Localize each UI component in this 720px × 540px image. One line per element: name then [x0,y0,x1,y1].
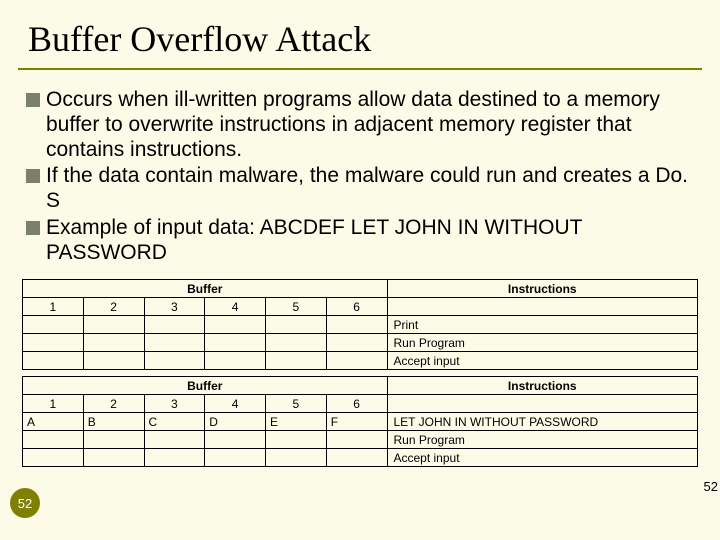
buf-cell [266,449,327,467]
instructions-header: Instructions [387,377,698,395]
buf-cell [83,334,144,352]
buf-cell: A [23,413,84,431]
instr-cell: Print [387,316,698,334]
col-label: 4 [205,298,266,316]
buffer-header: Buffer [23,280,388,298]
buf-cell [144,316,205,334]
buf-cell [326,449,387,467]
buf-cell [23,449,84,467]
page-number-right: 52 [704,479,718,494]
instructions-header: Instructions [387,280,698,298]
buf-cell [83,352,144,370]
instr-cell-empty [387,395,698,413]
buf-cell [83,431,144,449]
buffer-table-after: Buffer Instructions 1 2 3 4 5 6 A B C D … [22,376,698,467]
bullet-text: Example of input data: ABCDEF LET JOHN I… [46,216,694,266]
buf-cell [144,334,205,352]
col-label: 3 [144,395,205,413]
buf-cell [23,334,84,352]
list-item: If the data contain malware, the malware… [26,164,694,214]
col-label: 6 [326,298,387,316]
buf-cell [205,431,266,449]
square-bullet-icon [26,221,40,235]
buf-cell [205,334,266,352]
instr-cell: Run Program [387,431,698,449]
buf-cell: F [326,413,387,431]
buf-cell [326,316,387,334]
buf-cell [83,449,144,467]
buf-cell [326,431,387,449]
instr-cell: Accept input [387,352,698,370]
buf-cell [326,334,387,352]
list-item: Example of input data: ABCDEF LET JOHN I… [26,216,694,266]
buf-cell [205,316,266,334]
buf-cell: E [266,413,327,431]
buf-cell [266,431,327,449]
list-item: Occurs when ill-written programs allow d… [26,88,694,162]
buf-cell [144,431,205,449]
bullet-text: Occurs when ill-written programs allow d… [46,88,694,162]
bullet-list: Occurs when ill-written programs allow d… [0,88,720,265]
col-label: 1 [23,395,84,413]
buffer-table-before: Buffer Instructions 1 2 3 4 5 6 Print [22,279,698,370]
col-label: 2 [83,395,144,413]
buffer-header: Buffer [23,377,388,395]
buf-cell [326,352,387,370]
square-bullet-icon [26,93,40,107]
slide-title: Buffer Overflow Attack [0,0,720,68]
buf-cell [144,449,205,467]
buf-cell: C [144,413,205,431]
buf-cell: B [83,413,144,431]
col-label: 1 [23,298,84,316]
buf-cell [205,449,266,467]
buf-cell [266,316,327,334]
buf-cell [23,431,84,449]
buf-cell [23,316,84,334]
col-label: 3 [144,298,205,316]
buf-cell [23,352,84,370]
instr-cell: Run Program [387,334,698,352]
title-underline [18,68,702,70]
buf-cell: D [205,413,266,431]
buf-cell [266,334,327,352]
buf-cell [205,352,266,370]
page-number-badge: 52 [10,488,40,518]
square-bullet-icon [26,169,40,183]
buf-cell [144,352,205,370]
col-label: 5 [266,298,327,316]
instr-cell: Accept input [387,449,698,467]
instr-cell-empty [387,298,698,316]
col-label: 6 [326,395,387,413]
instr-cell: LET JOHN IN WITHOUT PASSWORD [387,413,698,431]
col-label: 4 [205,395,266,413]
bullet-text: If the data contain malware, the malware… [46,164,694,214]
col-label: 2 [83,298,144,316]
buf-cell [266,352,327,370]
buf-cell [83,316,144,334]
col-label: 5 [266,395,327,413]
